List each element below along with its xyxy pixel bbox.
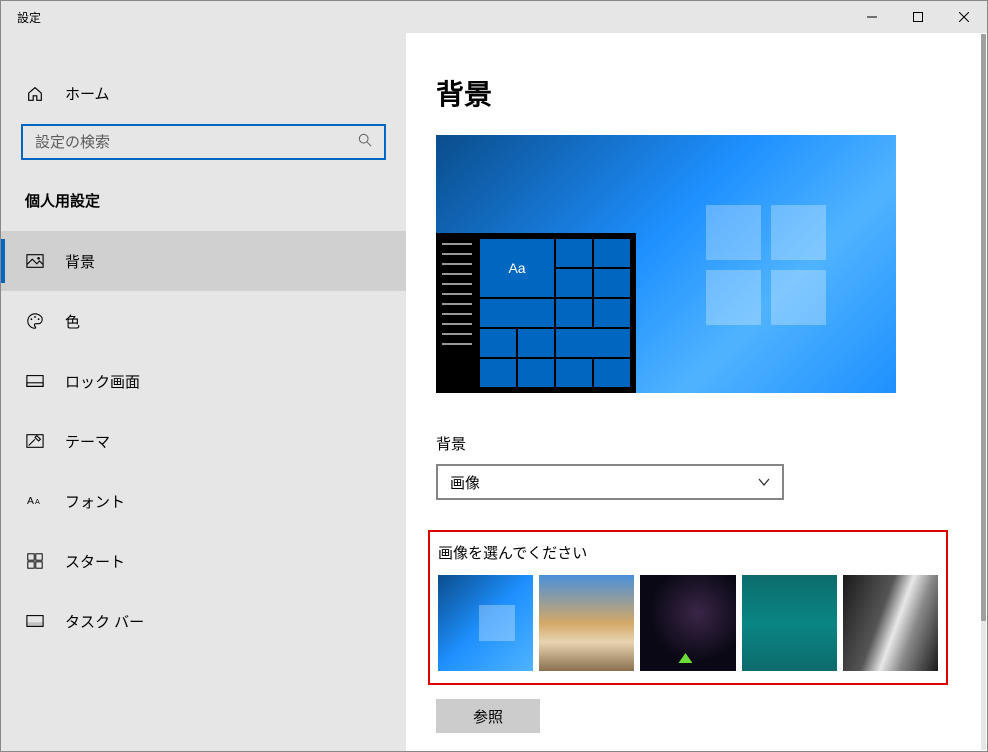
background-type-label: 背景	[436, 433, 957, 454]
sidebar: ホーム 個人用設定 背景	[1, 33, 406, 751]
close-button[interactable]	[941, 1, 987, 33]
minimize-icon	[867, 12, 877, 22]
close-icon	[959, 12, 969, 22]
preview-start-menu: Aa	[436, 233, 636, 393]
picture-thumb-3[interactable]	[640, 575, 735, 671]
scrollbar-thumb[interactable]	[981, 34, 986, 621]
svg-text:A: A	[35, 497, 40, 506]
picture-icon	[25, 251, 45, 271]
nav-item-lockscreen[interactable]: ロック画面	[1, 351, 406, 411]
nav-label: ロック画面	[65, 371, 140, 392]
home-label: ホーム	[65, 83, 110, 104]
search-box[interactable]	[21, 124, 386, 160]
nav-label: スタート	[65, 551, 125, 572]
choose-picture-label: 画像を選んでください	[438, 542, 938, 563]
background-type-dropdown[interactable]: 画像	[436, 464, 784, 500]
dropdown-value: 画像	[450, 472, 480, 493]
window-controls	[849, 1, 987, 33]
picture-thumb-5[interactable]	[843, 575, 938, 671]
picture-thumbnails	[438, 575, 938, 671]
start-icon	[25, 551, 45, 571]
choose-picture-section: 画像を選んでください	[428, 530, 948, 685]
nav-label: 色	[65, 311, 80, 332]
search-icon	[358, 133, 384, 152]
search-input[interactable]	[23, 134, 358, 151]
picture-thumb-4[interactable]	[742, 575, 837, 671]
nav-item-colors[interactable]: 色	[1, 291, 406, 351]
home-icon	[25, 84, 45, 104]
nav-item-themes[interactable]: テーマ	[1, 411, 406, 471]
background-preview: Aa	[436, 135, 896, 393]
titlebar: 設定	[1, 1, 987, 33]
theme-icon	[25, 431, 45, 451]
font-icon: AA	[25, 491, 45, 511]
nav-label: テーマ	[65, 431, 110, 452]
lock-screen-icon	[25, 371, 45, 391]
palette-icon	[25, 311, 45, 331]
browse-button[interactable]: 参照	[436, 699, 540, 733]
preview-tile-sample: Aa	[480, 239, 554, 297]
page-title: 背景	[436, 73, 957, 113]
home-link[interactable]: ホーム	[1, 73, 406, 114]
nav-label: 背景	[65, 251, 95, 272]
windows-logo-icon	[706, 205, 826, 325]
minimize-button[interactable]	[849, 1, 895, 33]
nav-item-fonts[interactable]: AA フォント	[1, 471, 406, 531]
category-title: 個人用設定	[1, 178, 406, 231]
nav-item-taskbar[interactable]: タスク バー	[1, 591, 406, 651]
nav-label: タスク バー	[65, 611, 144, 632]
nav-list: 背景 色 ロック画面	[1, 231, 406, 651]
picture-thumb-1[interactable]	[438, 575, 533, 671]
svg-text:A: A	[27, 496, 34, 507]
maximize-icon	[913, 12, 923, 22]
nav-label: フォント	[65, 491, 125, 512]
maximize-button[interactable]	[895, 1, 941, 33]
scrollbar[interactable]	[981, 34, 986, 750]
picture-thumb-2[interactable]	[539, 575, 634, 671]
chevron-down-icon	[758, 476, 770, 488]
taskbar-icon	[25, 611, 45, 631]
nav-item-background[interactable]: 背景	[1, 231, 406, 291]
window-title: 設定	[1, 9, 41, 26]
main-panel: 背景 Aa	[406, 33, 987, 751]
nav-item-start[interactable]: スタート	[1, 531, 406, 591]
